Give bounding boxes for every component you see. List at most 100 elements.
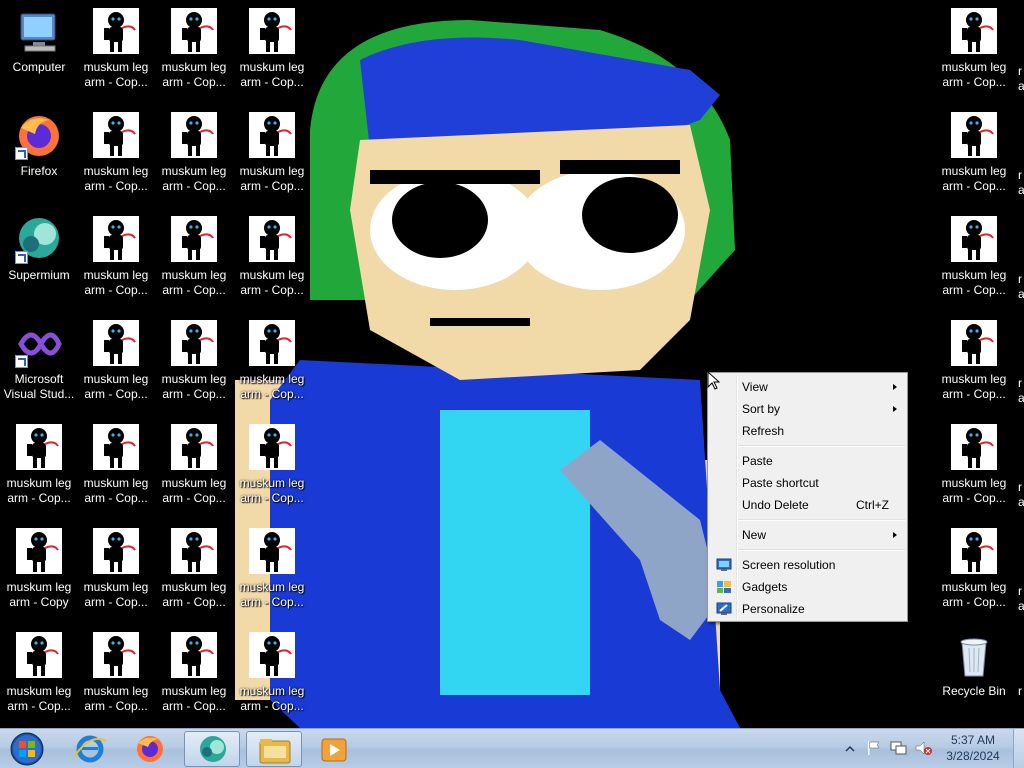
offscreen-icon-label-fragment: r a <box>1018 168 1024 197</box>
desktop-icon-label: Microsoft Visual Stud... <box>3 372 75 401</box>
taskbar-media-player-button[interactable] <box>306 731 362 767</box>
shortcut-arrow-icon <box>15 251 28 264</box>
desktop-icon-meme-file[interactable]: muskum leg arm - Cop... <box>156 628 232 728</box>
shortcut-arrow-icon <box>15 147 28 160</box>
desktop-icon-meme-file[interactable]: muskum leg arm - Cop... <box>1 628 77 728</box>
desktop-icon-label: muskum leg arm - Cop... <box>239 164 305 193</box>
menu-separator <box>738 445 905 447</box>
desktop-icon-label: Computer <box>12 60 66 74</box>
desktop-icon-visual-studio[interactable]: Microsoft Visual Stud... <box>1 316 77 416</box>
desktop-icon-label: muskum leg arm - Cop... <box>239 268 305 297</box>
show-hidden-icons-icon[interactable] <box>844 743 856 755</box>
menu-item-label: New <box>742 528 767 542</box>
menu-item-view[interactable]: View <box>710 376 905 398</box>
desktop-icon-meme-file[interactable]: muskum leg arm - Cop... <box>156 212 232 312</box>
meme-image-thumbnail-icon <box>248 424 296 472</box>
menu-item-label: Refresh <box>742 424 785 438</box>
action-center-flag-icon[interactable] <box>866 740 882 756</box>
menu-item-personalize[interactable]: Personalize <box>710 598 905 620</box>
desktop-icon-meme-file[interactable]: muskum leg arm - Cop... <box>234 524 310 624</box>
desktop-icon-computer[interactable]: Computer <box>1 4 77 104</box>
start-button[interactable] <box>2 731 52 767</box>
desktop-icon-meme-file[interactable]: muskum leg arm - Cop... <box>1 420 77 520</box>
desktop-context-menu: View Sort by Refresh Paste Paste shortcu… <box>707 372 908 622</box>
tray-clock[interactable]: 5:37 AM 3/28/2024 <box>940 733 1006 763</box>
desktop-icon-meme-file[interactable]: muskum leg arm - Cop... <box>234 4 310 104</box>
desktop-icon-meme-file[interactable]: muskum leg arm - Cop... <box>78 108 154 208</box>
desktop-icon-meme-file[interactable]: muskum leg arm - Cop... <box>78 316 154 416</box>
meme-image-thumbnail-icon <box>92 424 140 472</box>
desktop-icon-meme-file[interactable]: muskum leg arm - Cop... <box>78 4 154 104</box>
menu-item-label: Gadgets <box>742 580 788 594</box>
desktop-icon-label: muskum leg arm - Cop... <box>239 372 305 401</box>
desktop-icon-label: muskum leg arm - Cop... <box>161 164 227 193</box>
offscreen-icon-label-fragment: r a <box>1018 584 1024 613</box>
desktop-icon-meme-file[interactable]: muskum leg arm - Cop... <box>936 316 1012 416</box>
taskbar-firefox-button[interactable] <box>122 731 178 767</box>
menu-item-paste-shortcut[interactable]: Paste shortcut <box>710 472 905 494</box>
meme-image-thumbnail-icon <box>92 112 140 160</box>
desktop-icon-meme-file[interactable]: muskum leg arm - Cop... <box>78 524 154 624</box>
menu-item-paste[interactable]: Paste <box>710 450 905 472</box>
desktop-icon-meme-file[interactable]: muskum leg arm - Cop... <box>156 316 232 416</box>
desktop-icon-meme-file[interactable]: muskum leg arm - Cop... <box>78 628 154 728</box>
meme-image-thumbnail-icon <box>248 216 296 264</box>
desktop-icon-meme-file[interactable]: muskum leg arm - Cop... <box>936 524 1012 624</box>
desktop-icon-meme-file[interactable]: muskum leg arm - Copy <box>1 524 77 624</box>
menu-item-new[interactable]: New <box>710 524 905 546</box>
desktop-icon-meme-file[interactable]: muskum leg arm - Cop... <box>936 420 1012 520</box>
desktop-icon-meme-file[interactable]: muskum leg arm - Cop... <box>156 420 232 520</box>
taskbar-internet-explorer-button[interactable] <box>62 731 118 767</box>
start-orb-icon <box>10 732 44 766</box>
desktop-icon-meme-file[interactable]: muskum leg arm - Cop... <box>78 212 154 312</box>
desktop-icon-meme-file[interactable]: muskum leg arm - Cop... <box>936 4 1012 104</box>
meme-image-thumbnail-icon <box>15 528 63 576</box>
desktop-icon-label: muskum leg arm - Cop... <box>161 268 227 297</box>
meme-image-thumbnail-icon <box>170 112 218 160</box>
meme-image-thumbnail-icon <box>170 8 218 56</box>
desktop-icon-meme-file[interactable]: muskum leg arm - Cop... <box>936 212 1012 312</box>
desktop-icon-meme-file[interactable]: muskum leg arm - Cop... <box>156 4 232 104</box>
desktop-icon-meme-file[interactable]: muskum leg arm - Cop... <box>936 108 1012 208</box>
desktop-icon-label: muskum leg arm - Cop... <box>161 476 227 505</box>
desktop-icon-label: muskum leg arm - Cop... <box>941 476 1007 505</box>
desktop-icon-meme-file[interactable]: muskum leg arm - Cop... <box>234 628 310 728</box>
desktop-icon-meme-file[interactable]: muskum leg arm - Cop... <box>234 212 310 312</box>
taskbar-file-explorer-button[interactable] <box>246 731 302 767</box>
show-desktop-button[interactable] <box>1013 729 1024 768</box>
desktop-icon-meme-file[interactable]: muskum leg arm - Cop... <box>234 108 310 208</box>
desktop-icon-meme-file[interactable]: muskum leg arm - Cop... <box>156 108 232 208</box>
submenu-arrow-icon <box>893 384 897 390</box>
desktop-icon-label: muskum leg arm - Cop... <box>6 476 72 505</box>
desktop-icon-label: muskum leg arm - Cop... <box>941 60 1007 89</box>
menu-item-sort-by[interactable]: Sort by <box>710 398 905 420</box>
media-player-icon <box>321 738 347 762</box>
desktop-icon-label: muskum leg arm - Cop... <box>83 372 149 401</box>
desktop-icon-label: muskum leg arm - Cop... <box>83 164 149 193</box>
desktop-icon-meme-file[interactable]: muskum leg arm - Cop... <box>156 524 232 624</box>
desktop-icon-meme-file[interactable]: muskum leg arm - Cop... <box>234 420 310 520</box>
desktop-icon-label: muskum leg arm - Cop... <box>941 372 1007 401</box>
volume-muted-icon[interactable] <box>914 740 932 756</box>
desktop-icon-meme-file[interactable]: muskum leg arm - Cop... <box>234 316 310 416</box>
taskbar-supermium-button[interactable] <box>184 731 240 767</box>
offscreen-icon-label-fragment: r a <box>1018 376 1024 405</box>
menu-item-refresh[interactable]: Refresh <box>710 420 905 442</box>
menu-item-gadgets[interactable]: Gadgets <box>710 576 905 598</box>
desktop-icon-meme-file[interactable]: muskum leg arm - Cop... <box>78 420 154 520</box>
desktop-icon-label: muskum leg arm - Cop... <box>239 684 305 713</box>
file-explorer-icon <box>259 739 291 764</box>
desktop-icon-firefox[interactable]: Firefox <box>1 108 77 208</box>
desktop-icon-supermium[interactable]: Supermium <box>1 212 77 312</box>
desktop-icon-label: muskum leg arm - Cop... <box>941 268 1007 297</box>
desktop-icon-label: muskum leg arm - Cop... <box>161 684 227 713</box>
screen-resolution-icon <box>716 558 732 572</box>
meme-image-thumbnail-icon <box>170 216 218 264</box>
firefox-icon <box>137 736 163 762</box>
meme-image-thumbnail-icon <box>92 216 140 264</box>
menu-item-undo-delete[interactable]: Undo Delete Ctrl+Z <box>710 494 905 516</box>
desktop-icon-recycle-bin[interactable]: Recycle Bin <box>936 628 1012 728</box>
desktop-icon-label: Supermium <box>8 268 70 282</box>
menu-item-screen-resolution[interactable]: Screen resolution <box>710 554 905 576</box>
network-icon[interactable] <box>890 740 908 756</box>
